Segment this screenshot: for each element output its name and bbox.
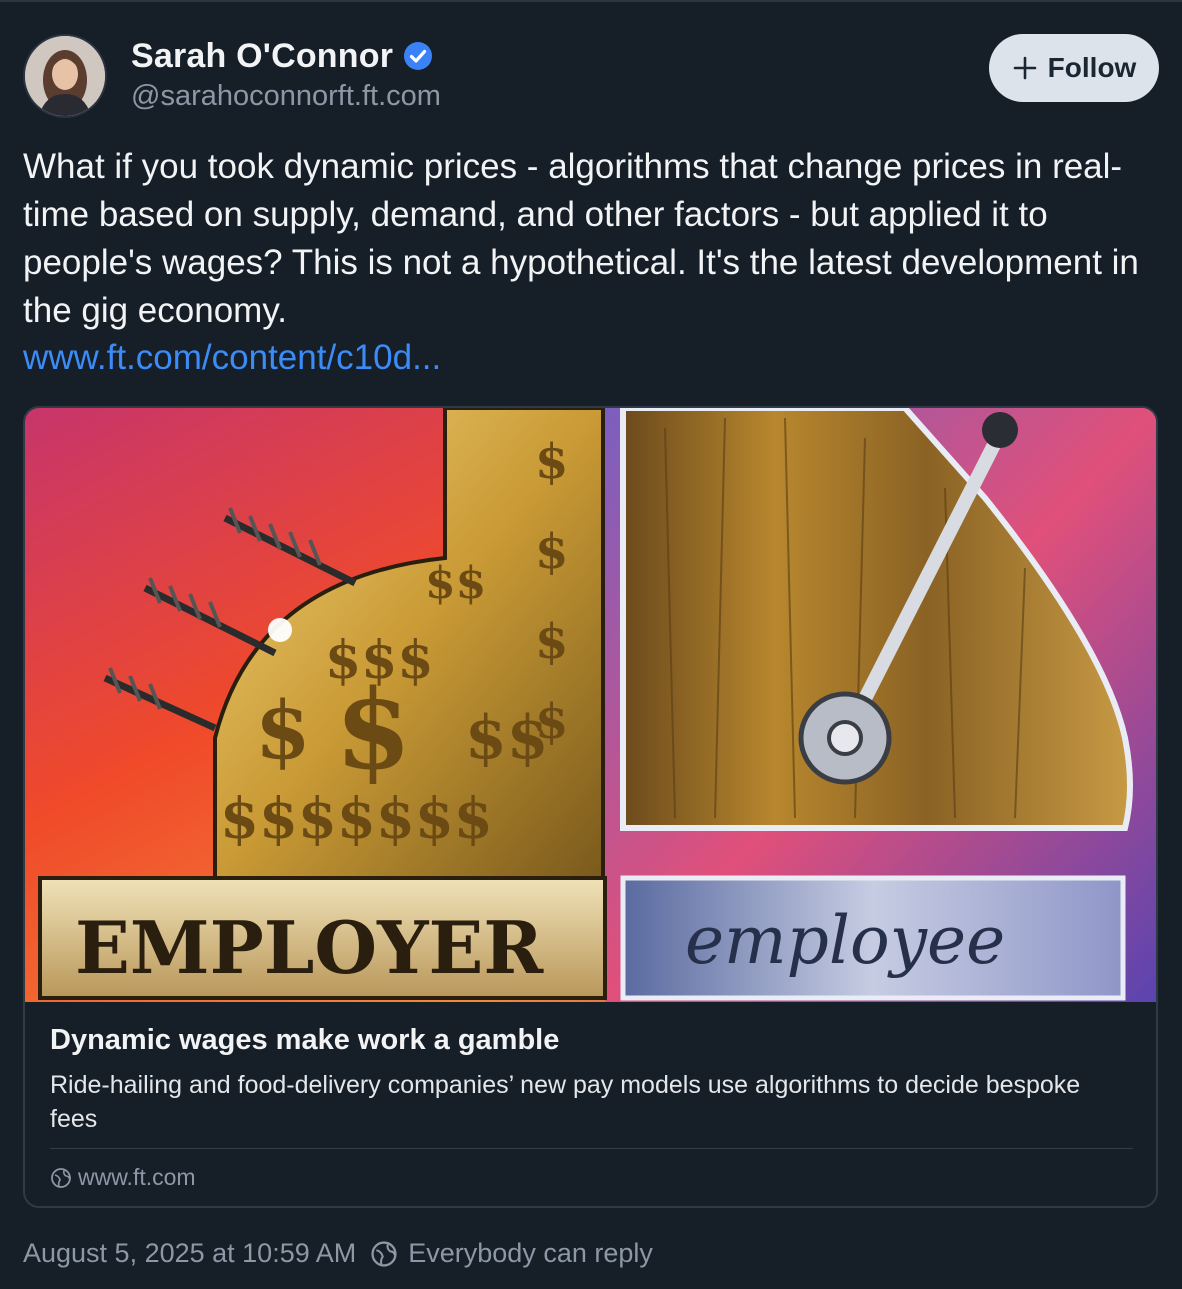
card-description: Ride-hailing and food-delivery companies… — [50, 1071, 1081, 1133]
author-handle[interactable]: @sarahoconnorft.ft.com — [131, 80, 441, 113]
image-label-employee: employee — [685, 902, 1005, 979]
article-image: $ $ $ $ $$ $$$ $ $ $$ $$$$$$$ EMPLOYER e… — [25, 408, 1156, 1002]
post-link[interactable]: www.ft.com/content/c10d... — [23, 334, 441, 382]
avatar[interactable] — [23, 34, 107, 118]
svg-text:$: $ — [335, 665, 412, 794]
svg-text:$$$$$$$: $$$$$$$ — [220, 786, 493, 852]
reply-setting-label: Everybody can reply — [408, 1238, 653, 1268]
svg-text:$: $ — [255, 683, 311, 777]
verified-badge-icon — [404, 42, 433, 70]
follow-label: Follow — [1047, 52, 1137, 83]
image-label-employer: EMPLOYER — [75, 905, 544, 990]
globe-icon — [51, 1167, 71, 1188]
globe-icon — [371, 1240, 397, 1267]
post-timestamp[interactable]: August 5, 2025 at 10:59 AM — [23, 1238, 356, 1269]
svg-text:$: $ — [535, 434, 568, 490]
svg-text:$: $ — [535, 614, 568, 670]
reply-setting[interactable]: Everybody can reply — [370, 1238, 653, 1269]
svg-text:$$: $$ — [425, 558, 486, 609]
link-preview-card[interactable]: $ $ $ $ $$ $$$ $ $ $$ $$$$$$$ EMPLOYER e… — [23, 406, 1158, 1208]
svg-text:$$: $$ — [465, 703, 549, 773]
post-text: What if you took dynamic prices - algori… — [23, 147, 1139, 330]
top-divider — [0, 0, 1182, 2]
card-divider — [50, 1148, 1133, 1149]
plus-icon — [1013, 56, 1036, 80]
card-title: Dynamic wages make work a gamble — [50, 1024, 560, 1056]
svg-text:$: $ — [535, 524, 568, 580]
card-domain-text: www.ft.com — [78, 1164, 196, 1190]
avatar-image — [25, 36, 105, 116]
post-footer: August 5, 2025 at 10:59 AM Everybody can… — [23, 1238, 653, 1269]
author-name-row: Sarah O'Connor — [131, 36, 433, 76]
follow-button[interactable]: Follow — [989, 34, 1159, 102]
author-name[interactable]: Sarah O'Connor — [131, 37, 393, 76]
card-domain: www.ft.com — [50, 1164, 196, 1191]
